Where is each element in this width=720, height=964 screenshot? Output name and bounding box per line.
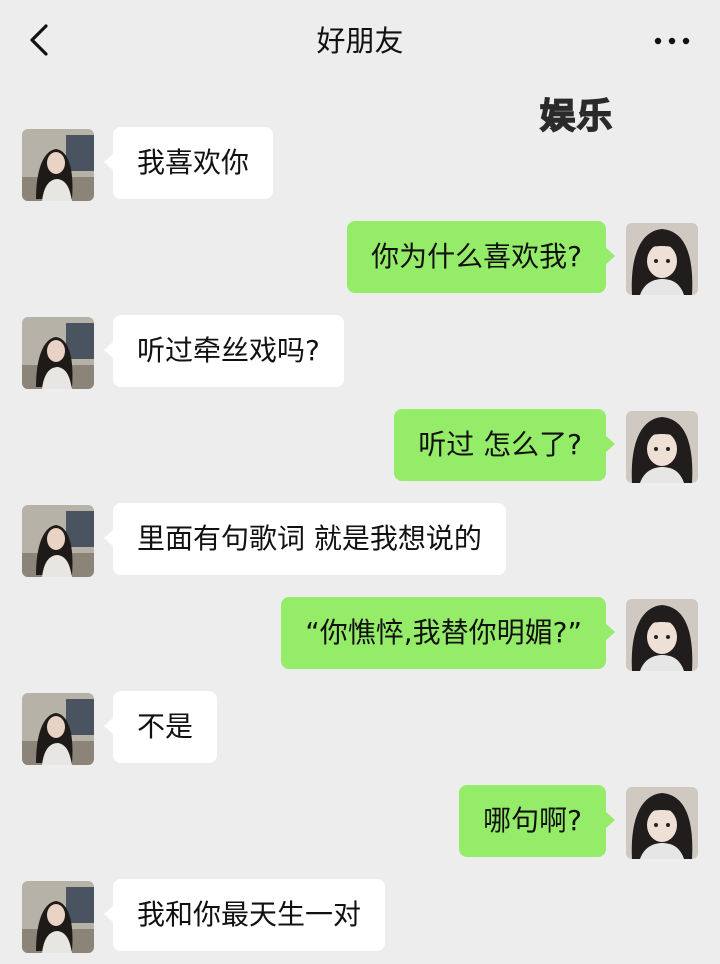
message-row: 你为什么喜欢我? — [0, 221, 720, 297]
message-bubble[interactable]: 听过牵丝戏吗? — [104, 315, 344, 387]
message-row: 不是 — [0, 691, 720, 767]
message-row: 里面有句歌词 就是我想说的 — [0, 503, 720, 579]
message-bubble[interactable]: 哪句啊? — [459, 785, 615, 857]
avatar[interactable] — [626, 223, 698, 295]
avatar[interactable] — [22, 505, 94, 577]
message-row: 听过牵丝戏吗? — [0, 315, 720, 391]
avatar[interactable] — [22, 317, 94, 389]
avatar[interactable] — [22, 881, 94, 953]
more-dots-icon[interactable] — [654, 36, 690, 46]
message-bubble[interactable]: 我喜欢你 — [103, 127, 274, 199]
chat-header: 好朋友 — [0, 0, 720, 80]
message-bubble[interactable]: “你憔悴,我替你明媚?” — [281, 597, 615, 669]
message-row: 我喜欢你 — [0, 127, 720, 203]
message-bubble[interactable]: 里面有句歌词 就是我想说的 — [104, 503, 506, 575]
message-row: “你憔悴,我替你明媚?” — [0, 597, 720, 673]
avatar[interactable] — [22, 693, 94, 765]
message-bubble[interactable]: 不是 — [103, 691, 218, 763]
message-bubble[interactable]: 听过 怎么了? — [394, 409, 615, 481]
avatar[interactable] — [626, 787, 698, 859]
avatar[interactable] — [626, 411, 698, 483]
message-row: 我和你最天生一对 — [0, 879, 720, 955]
message-bubble[interactable]: 你为什么喜欢我? — [347, 221, 615, 293]
avatar[interactable] — [626, 599, 698, 671]
chat-title: 好朋友 — [316, 24, 404, 58]
message-row: 听过 怎么了? — [0, 409, 720, 485]
message-bubble[interactable]: 我和你最天生一对 — [103, 879, 386, 951]
avatar[interactable] — [22, 129, 94, 201]
message-row: 哪句啊? — [0, 785, 720, 861]
